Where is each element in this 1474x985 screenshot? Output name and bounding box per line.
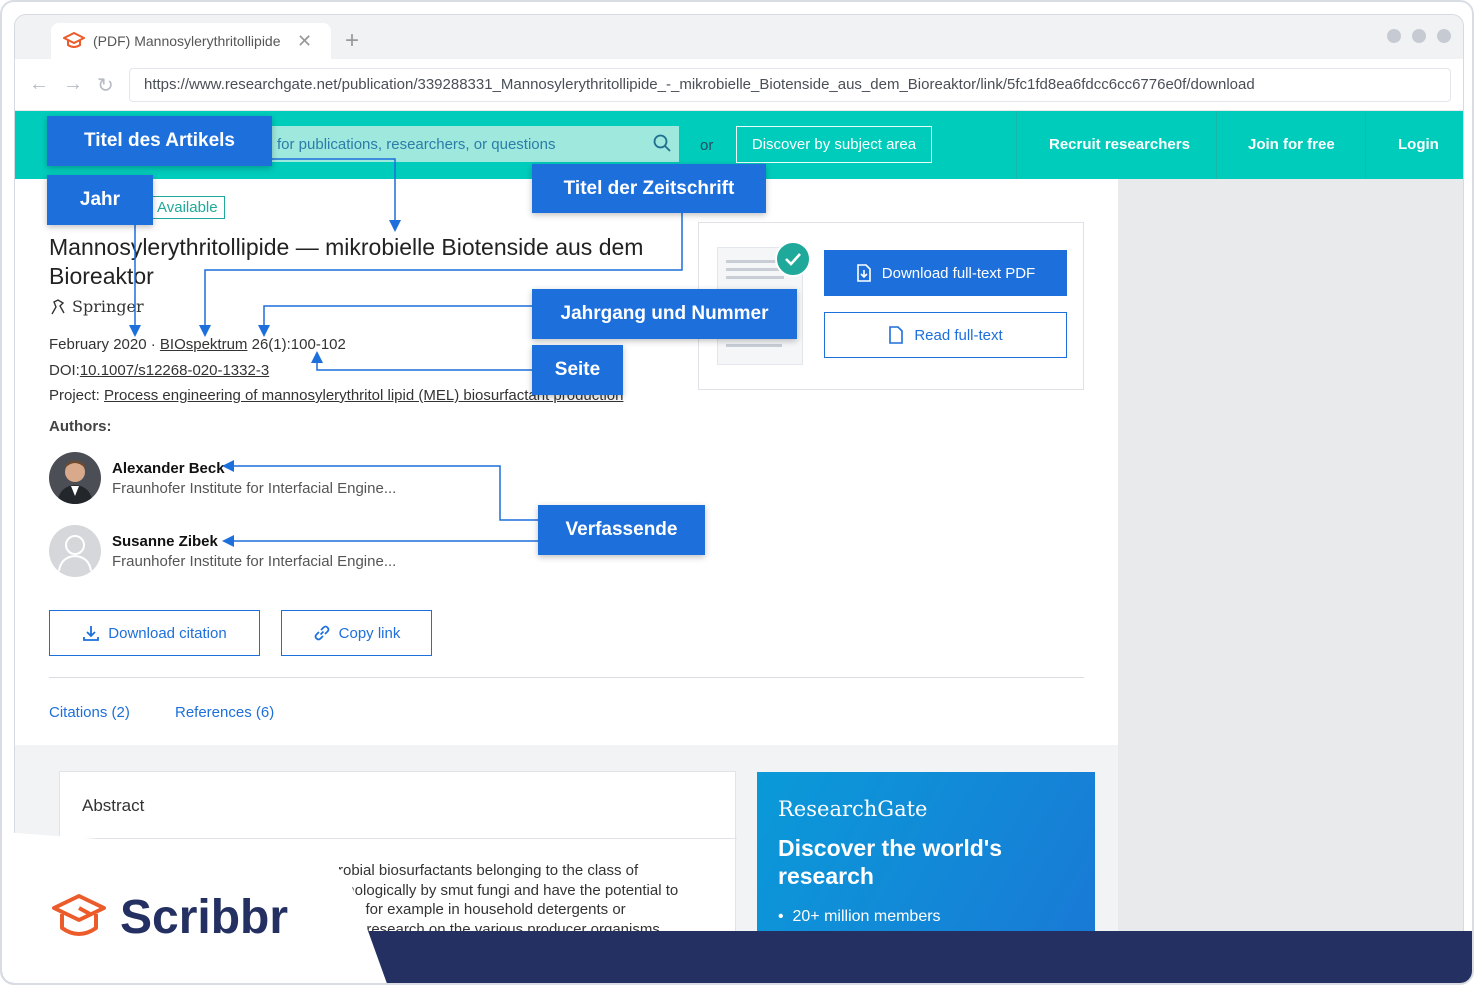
login-link[interactable]: Login bbox=[1398, 136, 1439, 153]
back-arrow-icon[interactable]: ← bbox=[29, 73, 49, 98]
close-tab-icon[interactable]: ✕ bbox=[297, 31, 312, 52]
journal-link[interactable]: BIOspektrum bbox=[160, 336, 248, 353]
springer-horse-icon bbox=[51, 298, 65, 314]
new-tab-icon[interactable]: + bbox=[345, 27, 359, 55]
reload-icon[interactable]: ↻ bbox=[97, 73, 114, 98]
annotation-volume-number: Jahrgang und Nummer bbox=[532, 289, 797, 339]
annotation-page: Seite bbox=[532, 345, 623, 395]
abstract-heading: Abstract bbox=[82, 796, 145, 815]
discover-subject-button[interactable]: Discover by subject area bbox=[736, 126, 932, 163]
tab-title: (PDF) Mannosylerythritollipide bbox=[93, 33, 281, 49]
tab-references[interactable]: References (6) bbox=[175, 704, 274, 721]
publisher: Springer bbox=[49, 297, 144, 316]
link-icon bbox=[314, 625, 329, 641]
promo-headline: Discover the world's research bbox=[778, 835, 1003, 889]
avatar[interactable] bbox=[49, 452, 101, 504]
download-icon bbox=[83, 626, 100, 641]
annotation-authors: Verfassende bbox=[538, 505, 705, 555]
promo-bullet-text: 20+ million members bbox=[792, 908, 941, 925]
avatar[interactable] bbox=[49, 525, 101, 577]
author-name[interactable]: Alexander Beck bbox=[112, 460, 225, 477]
search-icon[interactable] bbox=[653, 134, 671, 152]
copy-link-button[interactable]: Copy link bbox=[281, 610, 432, 656]
tab-citations[interactable]: Citations (2) bbox=[49, 704, 130, 721]
default-avatar-icon bbox=[49, 525, 101, 577]
read-fulltext-label: Read full-text bbox=[914, 326, 1003, 344]
author-item[interactable]: Susanne Zibek Fraunhofer Institute for I… bbox=[49, 525, 549, 579]
author-name[interactable]: Susanne Zibek bbox=[112, 533, 218, 550]
download-citation-button[interactable]: Download citation bbox=[49, 610, 260, 656]
publication-date: February 2020 bbox=[49, 336, 147, 353]
document-icon bbox=[889, 326, 904, 344]
author-affiliation: Fraunhofer Institute for Interfacial Eng… bbox=[112, 553, 397, 570]
publication-meta: February 2020 · BIOspektrum 26(1):100-10… bbox=[49, 336, 346, 353]
join-for-free-link[interactable]: Join for free bbox=[1248, 136, 1335, 153]
download-pdf-label: Download full-text PDF bbox=[881, 264, 1036, 282]
forward-arrow-icon[interactable]: → bbox=[63, 73, 83, 98]
annotation-journal-title: Titel der Zeitschrift bbox=[532, 164, 766, 213]
header-divider bbox=[1216, 111, 1217, 179]
side-panel bbox=[1118, 179, 1463, 973]
promo-brand: ResearchGate bbox=[778, 797, 928, 821]
header-divider bbox=[1365, 111, 1366, 179]
doi-row: DOI:10.1007/s12268-020-1332-3 bbox=[49, 362, 269, 379]
recruit-researchers-link[interactable]: Recruit researchers bbox=[1049, 136, 1190, 153]
download-citation-label: Download citation bbox=[108, 624, 227, 642]
header-divider bbox=[1016, 111, 1017, 179]
scribbr-cap-icon bbox=[52, 893, 106, 936]
read-fulltext-button[interactable]: Read full-text bbox=[824, 312, 1067, 358]
author-item[interactable]: Alexander Beck Fraunhofer Institute for … bbox=[49, 452, 549, 506]
section-divider bbox=[49, 677, 1084, 678]
promo-bullet: • 20+ million members bbox=[778, 908, 941, 925]
or-label: or bbox=[700, 137, 714, 154]
annotation-year: Jahr bbox=[47, 175, 153, 225]
annotation-article-title: Titel des Artikels bbox=[47, 116, 272, 166]
address-row: ← → ↻ https://www.researchgate.net/publi… bbox=[15, 59, 1463, 111]
screenshot-frame: (PDF) Mannosylerythritollipide ✕ + ← → ↻… bbox=[0, 0, 1474, 985]
url-bar[interactable]: https://www.researchgate.net/publication… bbox=[129, 68, 1451, 102]
copy-link-label: Copy link bbox=[338, 624, 401, 642]
meta-separator: · bbox=[150, 336, 156, 353]
author-affiliation: Fraunhofer Institute for Interfacial Eng… bbox=[112, 480, 397, 497]
search-placeholder: for publications, researchers, or questi… bbox=[277, 135, 556, 153]
checkmark-icon bbox=[775, 241, 811, 277]
doi-link[interactable]: 10.1007/s12268-020-1332-3 bbox=[80, 362, 269, 379]
tab-bar: (PDF) Mannosylerythritollipide ✕ + bbox=[15, 15, 1463, 59]
pdf-download-icon bbox=[856, 264, 871, 282]
authors-heading: Authors: bbox=[49, 418, 112, 435]
available-badge: Available bbox=[150, 196, 225, 219]
scribbr-logo: Scribbr bbox=[50, 890, 288, 945]
download-pdf-button[interactable]: Download full-text PDF bbox=[824, 250, 1067, 296]
volume-pages: 26(1):100-102 bbox=[251, 336, 346, 353]
browser-tab[interactable]: (PDF) Mannosylerythritollipide ✕ bbox=[51, 23, 331, 59]
project-label: Project: bbox=[49, 387, 100, 404]
researchgate-favicon-icon bbox=[63, 32, 85, 48]
article-title: Mannosylerythritollipide — mikrobielle B… bbox=[49, 234, 644, 289]
window-menu-dots[interactable] bbox=[1387, 29, 1451, 43]
nav-buttons: ← → ↻ bbox=[29, 73, 114, 98]
author-photo-icon bbox=[49, 452, 101, 504]
scribbr-wordmark: Scribbr bbox=[120, 891, 289, 944]
publisher-name: Springer bbox=[72, 297, 144, 316]
doi-label: DOI: bbox=[49, 362, 80, 379]
